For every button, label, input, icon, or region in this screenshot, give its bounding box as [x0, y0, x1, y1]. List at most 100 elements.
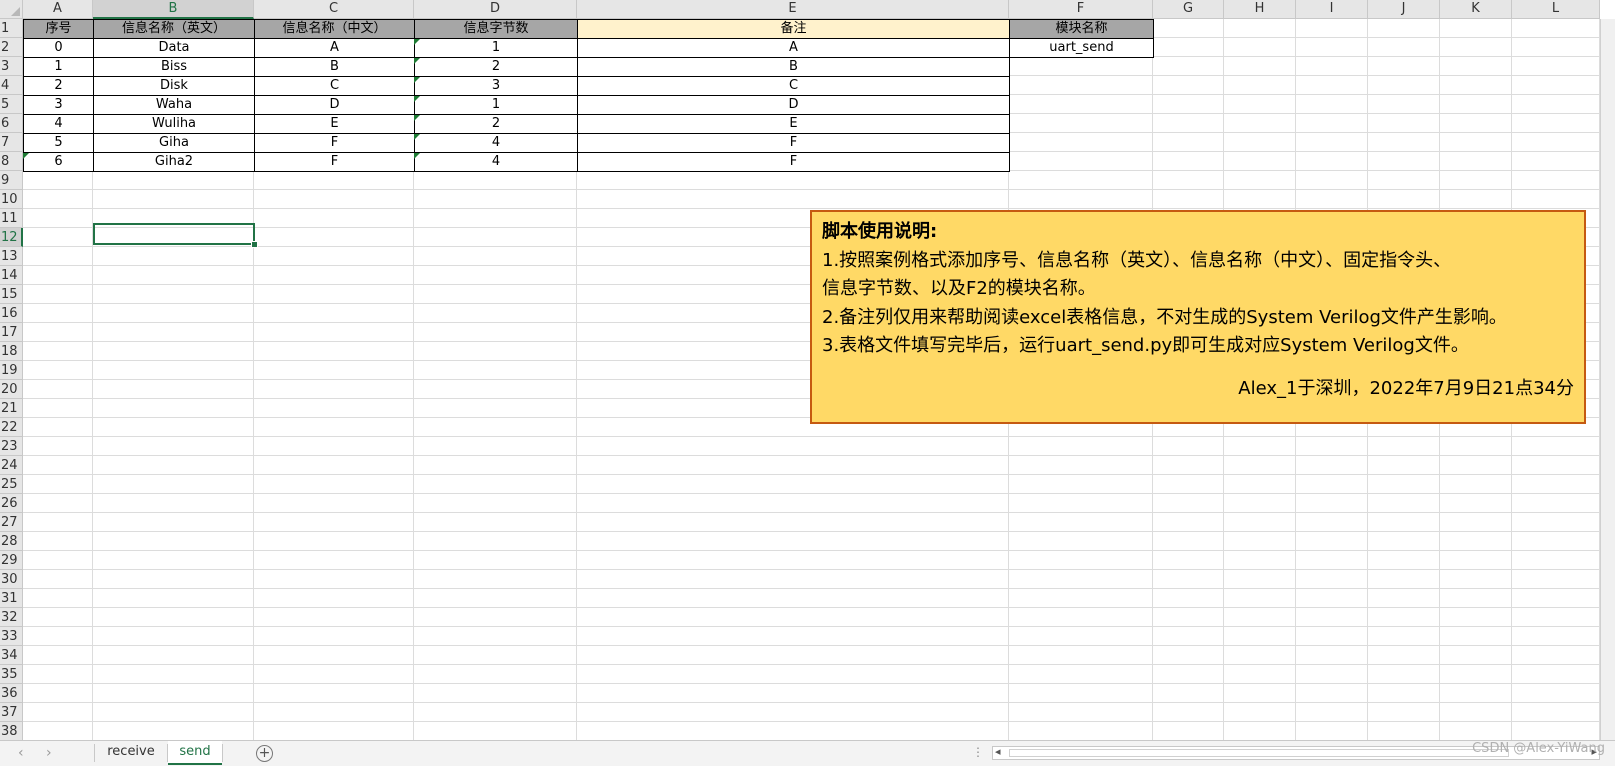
- table-cell[interactable]: 1: [414, 38, 578, 58]
- table-cell[interactable]: Waha: [93, 95, 255, 115]
- row-header-36[interactable]: 36: [0, 684, 23, 703]
- table-cell[interactable]: 4: [414, 133, 578, 153]
- table-cell[interactable]: Giha: [93, 133, 255, 153]
- splitter-handle-icon[interactable]: ⋮: [972, 745, 984, 759]
- column-header-e[interactable]: E: [577, 0, 1009, 19]
- selected-cell-b12[interactable]: [93, 223, 255, 245]
- table-cell[interactable]: 6: [23, 152, 94, 172]
- table-cell[interactable]: Disk: [93, 76, 255, 96]
- table-cell[interactable]: B: [254, 57, 415, 77]
- header-cell-d[interactable]: 信息字节数: [414, 19, 578, 39]
- row-header-28[interactable]: 28: [0, 532, 23, 551]
- table-cell[interactable]: F: [254, 152, 415, 172]
- row-header-12[interactable]: 12: [0, 228, 23, 247]
- table-cell[interactable]: B: [577, 57, 1010, 77]
- scroll-tabs-left-icon[interactable]: ‹: [18, 745, 24, 761]
- row-header-19[interactable]: 19: [0, 361, 23, 380]
- vertical-scrollbar[interactable]: [1600, 19, 1615, 740]
- number-as-text-indicator[interactable]: [414, 115, 420, 121]
- row-header-37[interactable]: 37: [0, 703, 23, 722]
- row-header-5[interactable]: 5: [0, 95, 23, 114]
- row-header-10[interactable]: 10: [0, 190, 23, 209]
- table-cell[interactable]: E: [577, 114, 1010, 134]
- row-header-23[interactable]: 23: [0, 437, 23, 456]
- column-header-h[interactable]: H: [1224, 0, 1296, 19]
- scroll-thumb[interactable]: [1009, 749, 1509, 757]
- table-cell[interactable]: E: [254, 114, 415, 134]
- row-header-7[interactable]: 7: [0, 133, 23, 152]
- table-cell[interactable]: D: [254, 95, 415, 115]
- table-cell[interactable]: C: [254, 76, 415, 96]
- row-header-14[interactable]: 14: [0, 266, 23, 285]
- table-cell[interactable]: 3: [414, 76, 578, 96]
- tab-send[interactable]: send: [168, 741, 222, 765]
- table-cell[interactable]: Data: [93, 38, 255, 58]
- table-cell[interactable]: 1: [23, 57, 94, 77]
- table-cell[interactable]: 4: [414, 152, 578, 172]
- table-cell[interactable]: Giha2: [93, 152, 255, 172]
- column-header-i[interactable]: I: [1296, 0, 1368, 19]
- table-cell[interactable]: 0: [23, 38, 94, 58]
- row-header-8[interactable]: 8: [0, 152, 23, 171]
- add-sheet-icon[interactable]: +: [256, 745, 273, 762]
- row-header-29[interactable]: 29: [0, 551, 23, 570]
- usage-instructions-textbox[interactable]: 脚本使用说明: 1.按照案例格式添加序号、信息名称（英文）、信息名称（中文）、固…: [810, 210, 1586, 424]
- column-header-j[interactable]: J: [1368, 0, 1440, 19]
- row-header-32[interactable]: 32: [0, 608, 23, 627]
- module-name-cell[interactable]: uart_send: [1009, 38, 1154, 58]
- table-cell[interactable]: Biss: [93, 57, 255, 77]
- row-header-26[interactable]: 26: [0, 494, 23, 513]
- row-header-9[interactable]: 9: [0, 171, 23, 190]
- row-header-33[interactable]: 33: [0, 627, 23, 646]
- row-header-24[interactable]: 24: [0, 456, 23, 475]
- table-cell[interactable]: 2: [414, 114, 578, 134]
- table-cell[interactable]: 2: [23, 76, 94, 96]
- row-header-17[interactable]: 17: [0, 323, 23, 342]
- row-header-20[interactable]: 20: [0, 380, 23, 399]
- row-header-25[interactable]: 25: [0, 475, 23, 494]
- number-as-text-indicator[interactable]: [414, 58, 420, 64]
- header-cell-e[interactable]: 备注: [577, 19, 1010, 39]
- number-as-text-indicator[interactable]: [23, 153, 29, 159]
- row-header-35[interactable]: 35: [0, 665, 23, 684]
- row-header-21[interactable]: 21: [0, 399, 23, 418]
- row-header-30[interactable]: 30: [0, 570, 23, 589]
- table-cell[interactable]: A: [254, 38, 415, 58]
- row-header-3[interactable]: 3: [0, 57, 23, 76]
- table-cell[interactable]: F: [577, 152, 1010, 172]
- row-header-27[interactable]: 27: [0, 513, 23, 532]
- row-header-6[interactable]: 6: [0, 114, 23, 133]
- table-cell[interactable]: 3: [23, 95, 94, 115]
- table-cell[interactable]: Wuliha: [93, 114, 255, 134]
- row-header-4[interactable]: 4: [0, 76, 23, 95]
- column-header-l[interactable]: L: [1512, 0, 1600, 19]
- number-as-text-indicator[interactable]: [414, 39, 420, 45]
- select-all-corner[interactable]: [0, 0, 23, 19]
- number-as-text-indicator[interactable]: [414, 153, 420, 159]
- number-as-text-indicator[interactable]: [414, 96, 420, 102]
- number-as-text-indicator[interactable]: [414, 134, 420, 140]
- scroll-tabs-right-icon[interactable]: ›: [46, 745, 52, 761]
- table-cell[interactable]: C: [577, 76, 1010, 96]
- row-header-15[interactable]: 15: [0, 285, 23, 304]
- table-cell[interactable]: D: [577, 95, 1010, 115]
- column-header-b[interactable]: B: [93, 0, 254, 19]
- spreadsheet-grid[interactable]: ABCDEFGHIJKL 1 2 3 4 5 6 7 8 9 10 11 12 13 14 15 16 17 18…: [0, 0, 1615, 740]
- column-header-f[interactable]: F: [1009, 0, 1153, 19]
- header-cell-a[interactable]: 序号: [23, 19, 94, 39]
- column-header-k[interactable]: K: [1440, 0, 1512, 19]
- row-header-31[interactable]: 31: [0, 589, 23, 608]
- table-cell[interactable]: F: [254, 133, 415, 153]
- row-header-34[interactable]: 34: [0, 646, 23, 665]
- table-cell[interactable]: 4: [23, 114, 94, 134]
- table-cell[interactable]: 5: [23, 133, 94, 153]
- number-as-text-indicator[interactable]: [414, 77, 420, 83]
- row-header-11[interactable]: 11: [0, 209, 23, 228]
- column-header-d[interactable]: D: [414, 0, 577, 19]
- table-cell[interactable]: F: [577, 133, 1010, 153]
- row-header-18[interactable]: 18: [0, 342, 23, 361]
- table-cell[interactable]: 1: [414, 95, 578, 115]
- row-header-38[interactable]: 38: [0, 722, 23, 740]
- row-header-13[interactable]: 13: [0, 247, 23, 266]
- table-cell[interactable]: A: [577, 38, 1010, 58]
